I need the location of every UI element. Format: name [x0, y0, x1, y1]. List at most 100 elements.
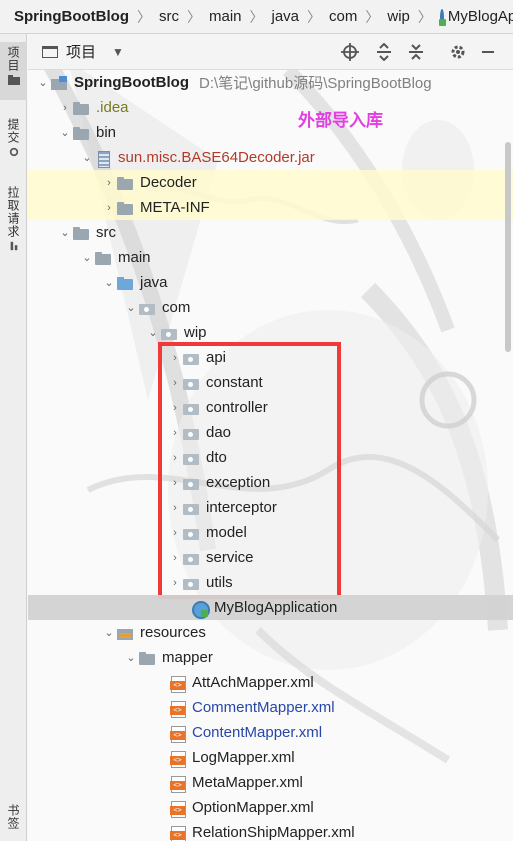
chevron-right-icon[interactable]: › — [58, 102, 72, 114]
chevron-down-icon[interactable]: ⌄ — [124, 301, 138, 314]
com-name: com — [162, 299, 191, 316]
tab-bookmarks-label: 书签 — [6, 804, 20, 830]
breadcrumb-item-app[interactable]: MyBlogAppli — [448, 8, 513, 25]
tab-pull-requests[interactable]: 拉取请求 — [0, 186, 27, 266]
project-tree: ⌄ SpringBootBlog D:\笔记\github源码\SpringBo… — [28, 70, 513, 841]
expand-all-icon[interactable] — [374, 42, 394, 62]
xml-file-icon — [168, 700, 186, 718]
tree-row-xml[interactable]: AttAchMapper.xml — [28, 670, 513, 695]
tree-row-resources[interactable]: ⌄ resources — [28, 620, 513, 645]
settings-icon[interactable] — [448, 42, 468, 62]
root-name: SpringBootBlog — [74, 74, 189, 91]
root-path: D:\笔记\github源码\SpringBootBlog — [198, 75, 432, 92]
collapse-all-icon[interactable] — [406, 42, 426, 62]
decoder-name: Decoder — [140, 174, 197, 191]
java-name: java — [140, 274, 168, 291]
chevron-right-icon[interactable]: › — [102, 202, 116, 214]
spring-class-icon — [190, 600, 210, 619]
chevron-down-icon[interactable]: ⌄ — [102, 626, 116, 639]
xml-file-name: LogMapper.xml — [192, 749, 295, 766]
module-icon — [50, 75, 68, 90]
chevron-down-icon[interactable]: ⌄ — [146, 326, 160, 339]
chevron-right-icon: 〉 — [186, 8, 201, 25]
tree-row-java[interactable]: ⌄ java — [28, 270, 513, 295]
tree-row-meta-inf[interactable]: › META-INF — [28, 195, 513, 220]
folder-icon — [7, 75, 20, 85]
tree-row-xml[interactable]: LogMapper.xml — [28, 745, 513, 770]
tool-window-strip: 项目 提交 拉取请求 书签 — [0, 34, 27, 841]
xml-file-icon — [168, 800, 186, 818]
chevron-right-icon: 〉 — [136, 8, 151, 25]
tree-row-xml[interactable]: MetaMapper.xml — [28, 770, 513, 795]
breadcrumb-item-java[interactable]: java — [272, 8, 300, 25]
tree-row-idea[interactable]: › .idea — [28, 95, 513, 120]
tree-row-bin[interactable]: ⌄ bin — [28, 120, 513, 145]
tree-row-jar[interactable]: ⌄ sun.misc.BASE64Decoder.jar — [28, 145, 513, 170]
package-icon — [138, 301, 156, 315]
mapper-name: mapper — [162, 649, 213, 666]
breadcrumb: SpringBootBlog 〉 src 〉 main 〉 java 〉 com… — [0, 0, 513, 34]
jar-icon — [94, 150, 112, 168]
app-class-name: MyBlogApplication — [214, 599, 338, 616]
commit-icon — [9, 147, 18, 157]
bin-name: bin — [96, 124, 117, 141]
tab-commit-label: 提交 — [6, 118, 20, 144]
tree-row-src[interactable]: ⌄ src — [28, 220, 513, 245]
xml-file-icon — [168, 775, 186, 793]
xml-file-name: MetaMapper.xml — [192, 774, 303, 791]
folder-icon — [116, 201, 134, 215]
tree-row-xml[interactable]: RelationShipMapper.xml — [28, 820, 513, 841]
chevron-right-icon: 〉 — [417, 8, 432, 25]
tree-row-xml[interactable]: ContentMapper.xml — [28, 720, 513, 745]
breadcrumb-item-com[interactable]: com — [329, 8, 357, 25]
folder-icon — [72, 226, 90, 240]
meta-inf-name: META-INF — [140, 199, 210, 216]
tab-commit[interactable]: 提交 — [0, 118, 27, 178]
locate-icon[interactable] — [340, 42, 360, 62]
spring-class-icon — [438, 8, 446, 26]
chevron-down-icon[interactable]: ⌄ — [58, 126, 72, 139]
chevron-down-icon[interactable]: ⌄ — [80, 151, 94, 164]
src-name: src — [96, 224, 116, 241]
xml-file-name: RelationShipMapper.xml — [192, 824, 355, 841]
tree-row-decoder[interactable]: › Decoder — [28, 170, 513, 195]
tree-row-main[interactable]: ⌄ main — [28, 245, 513, 270]
chevron-down-icon[interactable]: ⌄ — [58, 226, 72, 239]
idea-name: .idea — [96, 99, 129, 116]
breadcrumb-item-main[interactable]: main — [209, 8, 242, 25]
tree-row-app-class[interactable]: MyBlogApplication — [28, 595, 513, 620]
tab-project[interactable]: 项目 — [0, 42, 27, 100]
tree-row-com[interactable]: ⌄ com — [28, 295, 513, 320]
chevron-down-icon[interactable]: ⌄ — [102, 276, 116, 289]
xml-file-icon — [168, 675, 186, 693]
package-icon — [160, 326, 178, 340]
chevron-down-icon[interactable]: ⌄ — [124, 651, 138, 664]
breadcrumb-item-wip[interactable]: wip — [387, 8, 410, 25]
chevron-right-icon[interactable]: › — [102, 177, 116, 189]
tree-row-mapper[interactable]: ⌄ mapper — [28, 645, 513, 670]
source-folder-icon — [116, 276, 134, 290]
chevron-down-icon[interactable]: ⌄ — [80, 251, 94, 264]
tab-bookmarks[interactable]: 书签 — [0, 804, 27, 840]
folder-icon — [94, 251, 112, 265]
breadcrumb-item-project[interactable]: SpringBootBlog — [14, 8, 129, 25]
tree-row-xml[interactable]: CommentMapper.xml — [28, 695, 513, 720]
xml-file-name: OptionMapper.xml — [192, 799, 314, 816]
wip-name: wip — [184, 324, 207, 341]
tree-row-xml[interactable]: OptionMapper.xml — [28, 795, 513, 820]
xml-file-name: ContentMapper.xml — [192, 724, 323, 741]
chevron-down-icon[interactable]: ▼ — [112, 45, 124, 59]
folder-icon — [72, 126, 90, 140]
resources-name: resources — [140, 624, 206, 641]
chevron-right-icon: 〉 — [307, 8, 322, 25]
hide-icon[interactable] — [478, 42, 498, 62]
breadcrumb-item-src[interactable]: src — [159, 8, 179, 25]
tab-pull-requests-label: 拉取请求 — [6, 186, 20, 238]
chevron-right-icon: 〉 — [249, 8, 264, 25]
highlight-box — [158, 342, 341, 599]
vertical-scrollbar[interactable] — [505, 142, 511, 352]
resources-folder-icon — [116, 626, 134, 640]
chevron-down-icon[interactable]: ⌄ — [36, 76, 50, 89]
tree-row-root[interactable]: ⌄ SpringBootBlog D:\笔记\github源码\SpringBo… — [28, 70, 513, 95]
xml-file-icon — [168, 750, 186, 768]
